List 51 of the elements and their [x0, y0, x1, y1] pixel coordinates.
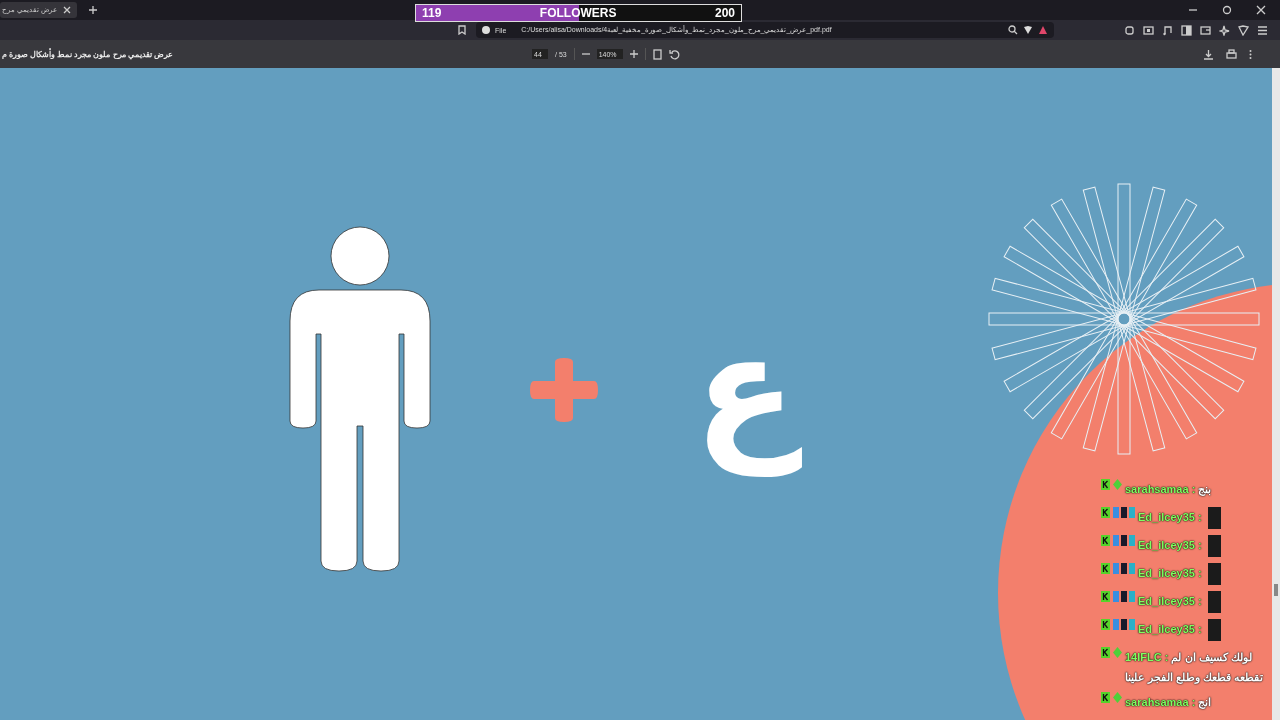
puzzle-icon[interactable]	[1124, 24, 1135, 36]
close-icon[interactable]	[1256, 5, 1266, 15]
k-badge-icon	[1101, 507, 1110, 518]
minus-icon[interactable]	[581, 50, 590, 58]
badges-icon	[1113, 591, 1135, 602]
plus-icon[interactable]	[88, 6, 97, 14]
menu-icon[interactable]	[1257, 24, 1268, 36]
k-badge-icon	[1101, 619, 1110, 630]
zoom-icon[interactable]	[1008, 25, 1018, 35]
restore-icon[interactable]	[1222, 5, 1232, 15]
badges-icon	[1113, 507, 1135, 518]
goal-target: 200	[714, 6, 735, 20]
chat-message: Ed_ilcey35 :	[1138, 510, 1202, 525]
download-icon[interactable]	[1203, 48, 1214, 60]
plus-icon[interactable]	[629, 50, 638, 58]
wallet-icon[interactable]	[1200, 24, 1211, 36]
goal-current: 119	[422, 6, 442, 20]
plus-icon	[530, 358, 598, 422]
badges-icon	[1113, 535, 1135, 546]
more-icon[interactable]	[1249, 48, 1252, 60]
chat-message: Ed_ilcey35 :	[1138, 594, 1202, 609]
k-badge-icon	[1101, 591, 1110, 602]
page-fit-icon[interactable]	[652, 48, 662, 60]
diamond-icon	[1113, 647, 1122, 658]
screen-icon[interactable]	[1143, 24, 1154, 36]
close-icon[interactable]	[62, 6, 71, 14]
k-badge-icon	[1101, 479, 1110, 490]
k-badge-icon	[1101, 563, 1110, 574]
diamond-icon	[1113, 479, 1122, 490]
k-badge-icon	[1101, 647, 1110, 658]
rotate-icon[interactable]	[668, 48, 680, 60]
scrollbar[interactable]	[1272, 68, 1280, 720]
diamond-icon	[1113, 692, 1122, 703]
badges-icon	[1113, 619, 1135, 630]
k-badge-icon	[1101, 535, 1110, 546]
chat-message: Ed_ilcey35 :	[1138, 566, 1202, 581]
bookmark-icon[interactable]	[458, 25, 466, 35]
k-badge-icon	[1101, 692, 1110, 703]
chat-message: Ed_ilcey35 :	[1138, 538, 1202, 553]
shield-icon[interactable]	[1023, 25, 1033, 35]
chat-message: Ed_ilcey35 :	[1138, 622, 1202, 637]
badges-icon	[1113, 563, 1135, 574]
sidebar-icon[interactable]	[1181, 24, 1192, 36]
music-icon[interactable]	[1162, 24, 1173, 36]
info-icon	[482, 26, 490, 34]
print-icon[interactable]	[1226, 48, 1237, 60]
shield-icon[interactable]	[1238, 24, 1249, 36]
sparkle-icon[interactable]	[1219, 24, 1230, 36]
arabic-letter: ع	[690, 268, 801, 508]
scroll-thumb[interactable]	[1274, 584, 1278, 596]
triangle-icon[interactable]	[1038, 25, 1048, 35]
